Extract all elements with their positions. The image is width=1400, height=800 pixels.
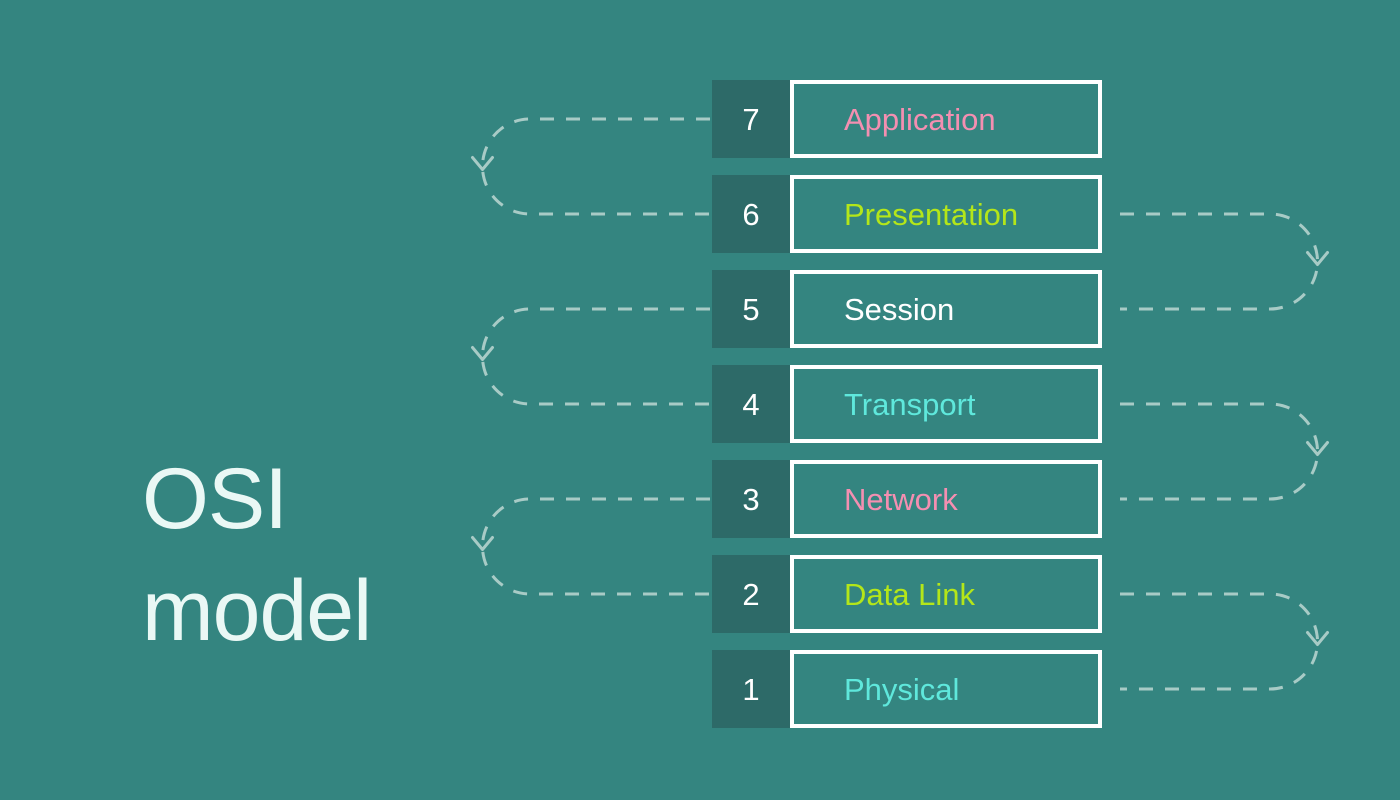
layer-name-label: Transport [844,386,976,422]
layer-row: 2 Data Link [712,555,1102,633]
layer-name-label: Physical [844,671,960,707]
connector-path [481,117,710,216]
osi-model-diagram: OSI model 7 Application 6 Presentation 5 Sess… [0,0,1400,800]
page-title: OSI model [142,451,372,659]
connector-path [1120,402,1319,501]
layer-row: 3 Network [712,460,1102,538]
connector-arrowhead-icon [471,346,494,361]
layer-name-label: Application [844,101,996,137]
layer-number-box: 6 [712,175,790,253]
layer-name-box: Transport [790,365,1102,443]
layer-row: 7 Application [712,80,1102,158]
layer-row: 4 Transport [712,365,1102,443]
connector-arrowhead-icon [1306,441,1329,456]
layer-row: 5 Session [712,270,1102,348]
layer-number-box: 1 [712,650,790,728]
layer-name-box: Session [790,270,1102,348]
layer-row: 6 Presentation [712,175,1102,253]
layer-number-box: 2 [712,555,790,633]
layer-name-box: Application [790,80,1102,158]
layer-number-box: 7 [712,80,790,158]
layer-name-box: Data Link [790,555,1102,633]
layer-row: 1 Physical [712,650,1102,728]
connector-arrowhead-icon [1306,631,1329,646]
connector-arrowhead-icon [1306,251,1329,266]
layer-number-box: 3 [712,460,790,538]
layer-number-box: 5 [712,270,790,348]
layer-name-label: Presentation [844,196,1019,232]
layer-name-label: Session [844,291,955,327]
layer-name-box: Physical [790,650,1102,728]
connector-path [481,307,710,406]
connector-arrows [471,117,1329,691]
layer-name-box: Presentation [790,175,1102,253]
layer-number-box: 4 [712,365,790,443]
layer-name-label: Data Link [844,576,975,612]
layer-name-box: Network [790,460,1102,538]
layer-name-label: Network [844,481,958,517]
connector-arrowhead-icon [471,156,494,171]
connector-path [1120,592,1319,691]
connector-path [1120,212,1319,311]
layer-stack: 7 Application 6 Presentation 5 Session 4 Transp… [712,80,1102,728]
